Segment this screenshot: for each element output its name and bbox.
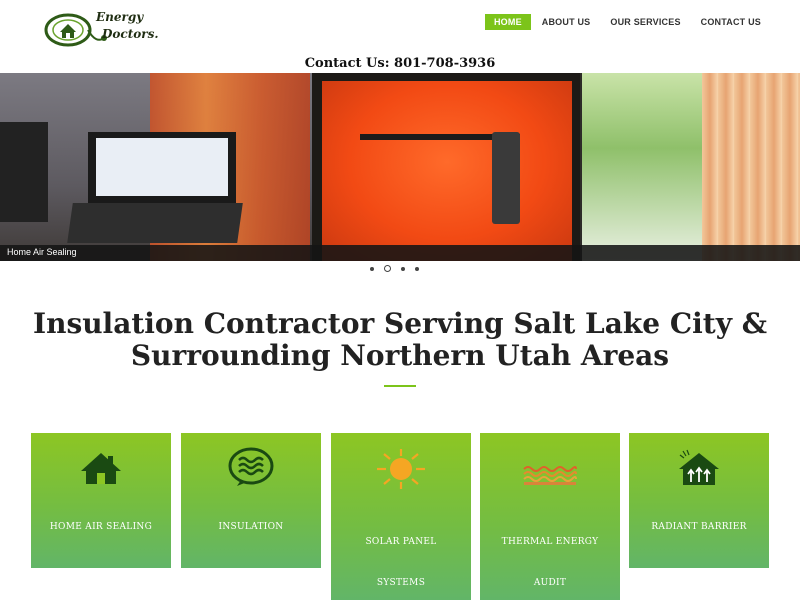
slider-dot-4[interactable] — [415, 266, 419, 271]
slide-caption-bar — [0, 245, 800, 261]
heading-divider — [384, 385, 416, 387]
service-card-home-air-sealing[interactable]: HOME AIR SEALING — [31, 433, 171, 568]
sun-icon — [377, 449, 425, 489]
blower-door-fabric — [322, 81, 572, 261]
service-label: THERMAL ENERGY AUDIT — [501, 537, 599, 588]
nav-our-services[interactable]: OUR SERVICES — [601, 14, 689, 30]
logo-text-doctors: Doctors. — [102, 27, 159, 41]
logo-text-energy: Energy — [96, 10, 144, 24]
service-label: SOLAR PANEL SYSTEMS — [365, 537, 437, 588]
contact-phone[interactable]: Contact Us: 801-708-3936 — [0, 56, 800, 71]
hero-laptop-display — [96, 138, 228, 196]
hero-monitor — [0, 122, 48, 222]
service-label: INSULATION — [218, 522, 284, 532]
service-label: HOME AIR SEALING — [49, 522, 153, 532]
hero-gauge-device — [492, 132, 520, 224]
nav-home[interactable]: HOME — [484, 14, 531, 30]
radiant-house-icon — [679, 449, 719, 485]
page-heading: Insulation Contractor Serving Salt Lake … — [32, 307, 767, 372]
hero-laptop-keyboard — [67, 203, 243, 243]
service-card-radiant-barrier[interactable]: RADIANT BARRIER — [629, 433, 769, 568]
thermal-waves-icon — [523, 466, 577, 485]
slider-dot-2[interactable] — [384, 265, 391, 272]
insulation-waves-icon — [228, 447, 274, 486]
slide-caption: Home Air Sealing — [7, 247, 77, 257]
hero-window — [582, 73, 702, 261]
service-card-insulation[interactable]: INSULATION — [181, 433, 321, 568]
slider-dot-3[interactable] — [401, 266, 405, 271]
hero-curtain-right — [702, 73, 800, 261]
slider-dot-1[interactable] — [370, 266, 374, 271]
nav-about-us[interactable]: ABOUT US — [533, 14, 600, 30]
service-label: RADIANT BARRIER — [651, 522, 747, 532]
site-header: Energy Doctors. HOME ABOUT US OUR SERVIC… — [0, 0, 800, 72]
house-icon — [81, 453, 121, 484]
service-card-solar-panel-systems[interactable]: SOLAR PANEL SYSTEMS — [331, 433, 471, 600]
slider-dots — [370, 265, 419, 272]
main-nav: HOME ABOUT US OUR SERVICES CONTACT US — [483, 14, 770, 30]
service-card-thermal-energy-audit[interactable]: THERMAL ENERGY AUDIT — [480, 433, 620, 600]
nav-contact-us[interactable]: CONTACT US — [692, 14, 770, 30]
